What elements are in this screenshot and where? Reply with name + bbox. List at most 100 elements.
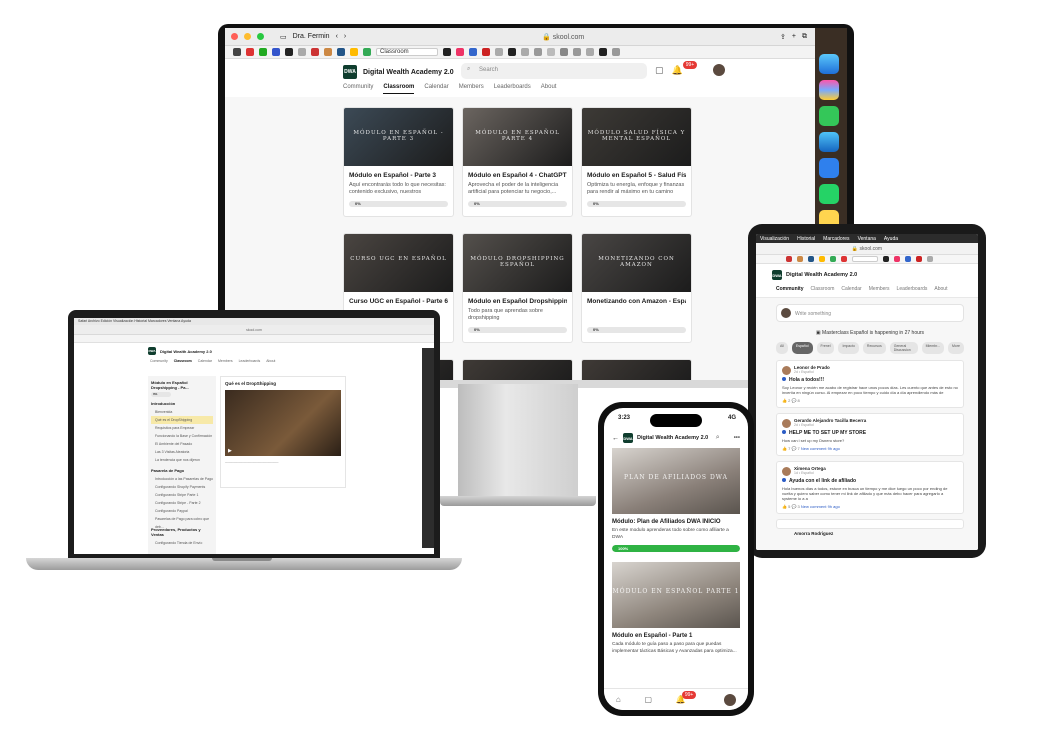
tab-favicon[interactable] (916, 256, 922, 262)
tab-favicon[interactable] (285, 48, 293, 56)
close-window-button[interactable] (231, 33, 238, 40)
tab-favicon[interactable] (311, 48, 319, 56)
filter-chip[interactable]: More (948, 342, 964, 354)
tab-leaderboards[interactable]: Leaderboards (494, 84, 531, 94)
safari-icon[interactable] (819, 132, 839, 152)
tab-favicon[interactable] (337, 48, 345, 56)
search-input[interactable]: ⌕ Search (461, 63, 647, 79)
lesson-item[interactable]: Funcionando la Base y Confirmación (151, 432, 213, 440)
lesson-video[interactable]: ▶ (225, 390, 341, 456)
tab-community[interactable]: Community (776, 286, 804, 297)
lesson-item[interactable]: Configurando Tienda de Envío (151, 539, 213, 547)
back-icon[interactable]: ← (612, 435, 619, 442)
filter-chip[interactable]: Recursos (862, 342, 886, 354)
new-tab-icon[interactable]: + (792, 33, 796, 40)
tab-favicon[interactable] (905, 256, 911, 262)
messages-icon[interactable] (819, 106, 839, 126)
tab-leaderboards[interactable]: Leaderboards (239, 359, 261, 368)
community-logo[interactable]: DWA (623, 433, 633, 443)
tab-favicon[interactable] (469, 48, 477, 56)
chat-icon[interactable]: ▢ (655, 65, 664, 76)
tab-favicon[interactable] (521, 48, 529, 56)
tab-classroom[interactable]: Classroom (383, 84, 415, 94)
tab-favicon[interactable] (819, 256, 825, 262)
tab-favicon[interactable] (883, 256, 889, 262)
tab-favicon[interactable] (482, 48, 490, 56)
lesson-item[interactable]: Introducción a las Pasarelas de Pago (151, 475, 213, 483)
course-card[interactable]: Módulo en Español - Parte 3 Módulo en Esp… (343, 107, 454, 217)
avatar[interactable] (782, 366, 791, 375)
avatar[interactable] (713, 64, 726, 76)
tab-about[interactable]: About (934, 286, 947, 297)
course-card[interactable]: Plan de Afiliados DWA Módulo: Plan de Afi… (612, 448, 740, 552)
comment-icon[interactable]: 💬 (790, 446, 797, 451)
course-card[interactable]: Módulo en Español Parte 4 Módulo en Españ… (462, 107, 573, 217)
tab-about[interactable]: About (541, 84, 557, 94)
play-icon[interactable]: ▶ (228, 448, 232, 454)
lesson-item[interactable]: Configurando Paypal (151, 507, 213, 515)
more-icon[interactable]: ••• (734, 435, 740, 441)
tab-favicon[interactable] (808, 256, 814, 262)
course-card[interactable] (581, 359, 692, 380)
tab-favicon[interactable] (508, 48, 516, 56)
tab-favicon[interactable] (599, 48, 607, 56)
section-intro[interactable]: Introducción (151, 401, 213, 406)
tab-favicon[interactable] (830, 256, 836, 262)
course-thumbnail[interactable]: Módulo Salud Física y Mental Español (582, 108, 691, 166)
new-comment-link[interactable]: New comment 9h ago (801, 446, 840, 451)
tab-about[interactable]: About (266, 359, 275, 368)
lesson-item[interactable]: El Ambiente del Pasado (151, 440, 213, 448)
section-payments[interactable]: Pasarela de Pago (151, 468, 213, 473)
tab-classroom[interactable]: Classroom (376, 48, 438, 56)
post-card[interactable]: Ximena Ortega 1d • Español Ayuda con el li… (776, 461, 964, 514)
share-icon[interactable]: ⇪ (780, 33, 786, 41)
course-card[interactable]: Monetizando con Amazon Monetizando con Am… (581, 233, 692, 343)
tab-favicon[interactable] (495, 48, 503, 56)
tab-favicon[interactable] (443, 48, 451, 56)
forward-icon[interactable]: › (344, 33, 346, 40)
bell-icon[interactable]: 🔔99+ (676, 691, 700, 704)
tab-favicon[interactable] (456, 48, 464, 56)
tab-favicon[interactable] (894, 256, 900, 262)
post-title[interactable]: Ayuda con el link de afiliado (782, 478, 958, 484)
avatar[interactable] (782, 467, 791, 476)
mail-icon[interactable] (819, 158, 839, 178)
community-logo[interactable]: DWA (772, 270, 782, 280)
course-card[interactable]: Módulo en Español Parte 1 Módulo en Españ… (612, 562, 740, 655)
lesson-item[interactable]: Bienvenida (151, 408, 213, 416)
active-tab[interactable] (852, 256, 878, 262)
tab-members[interactable]: Members (459, 84, 484, 94)
write-post-input[interactable]: Write something (776, 304, 964, 322)
bell-icon[interactable]: 🔔 (672, 65, 683, 76)
community-name[interactable]: Digital Wealth Academy 2.0 (363, 69, 454, 76)
community-name[interactable]: Digital Wealth Academy 2.0 (786, 272, 857, 278)
tab-community[interactable]: Community (343, 84, 373, 94)
lesson-item[interactable]: Pasarelas de Pago para cobro que deb... (151, 515, 213, 529)
tab-favicon[interactable] (560, 48, 568, 56)
post-title[interactable]: Hola a todos!!! (782, 377, 958, 383)
avatar[interactable] (782, 419, 791, 428)
tab-members[interactable]: Members (869, 286, 890, 297)
course-card[interactable]: Módulo Dropshipping Español Módulo en Esp… (462, 233, 573, 343)
tab-favicon[interactable] (547, 48, 555, 56)
tab-favicon[interactable] (534, 48, 542, 56)
avatar[interactable] (724, 693, 737, 706)
lesson-item[interactable]: Configurando Shopify Payments (151, 483, 213, 491)
section-products[interactable]: Proveedores, Productos y Ventas (151, 527, 213, 537)
community-name[interactable]: Digital Wealth Academy 2.0 (637, 435, 708, 441)
course-thumbnail[interactable]: Módulo en Español - Parte 3 (344, 108, 453, 166)
lesson-item[interactable]: Configurando Stripe - Parte 2 (151, 499, 213, 507)
menu-item[interactable]: Ayuda (884, 236, 898, 242)
finder-icon[interactable] (819, 54, 839, 74)
tab-favicon[interactable] (927, 256, 933, 262)
filter-chip[interactable]: Frenel (816, 342, 835, 354)
tab-favicon[interactable] (350, 48, 358, 56)
tab-favicon[interactable] (298, 48, 306, 56)
back-icon[interactable]: ‹ (336, 33, 338, 40)
lesson-item[interactable]: Configurando Stripe Parte 1 (151, 491, 213, 499)
profile-label[interactable]: Dra. Fermin (293, 33, 330, 40)
tab-community[interactable]: Community (150, 359, 168, 368)
menu-item[interactable]: Marcadores (823, 236, 849, 242)
tab-favicon[interactable] (259, 48, 267, 56)
home-icon[interactable]: ⌂ (616, 695, 621, 704)
